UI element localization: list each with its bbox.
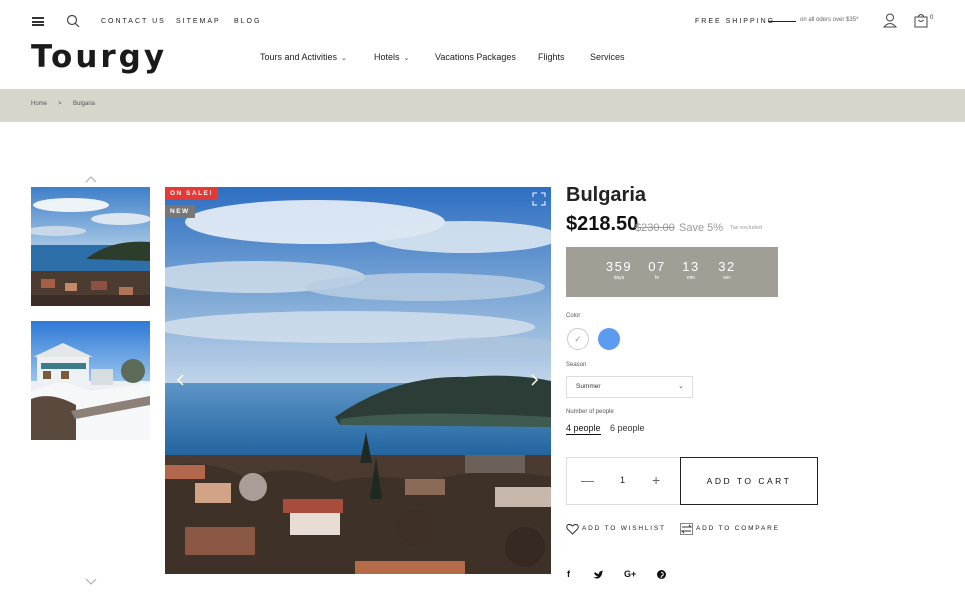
compare-icon[interactable] <box>680 523 693 535</box>
chevron-right-icon[interactable] <box>531 374 539 386</box>
breadcrumb-home[interactable]: Home <box>31 101 47 107</box>
thumb-scroll-up-icon[interactable] <box>85 175 97 183</box>
product-price: $218.50 <box>566 213 639 235</box>
google-plus-icon[interactable]: G+ <box>624 569 636 579</box>
twitter-icon[interactable] <box>593 570 603 579</box>
product-title: Bulgaria <box>566 184 647 206</box>
color-swatch-white[interactable]: ✓ <box>567 328 589 350</box>
on-sale-badge: ON SALE! <box>165 187 219 200</box>
expand-icon[interactable] <box>532 192 546 206</box>
chevron-down-icon: ⌄ <box>403 55 410 62</box>
user-icon[interactable] <box>883 13 897 28</box>
quantity-value[interactable]: 1 <box>620 475 625 485</box>
plus-icon[interactable]: + <box>652 472 660 488</box>
add-to-cart-button[interactable]: ADD TO CART <box>680 457 818 505</box>
chevron-down-icon: ⌄ <box>341 55 347 62</box>
menu-icon[interactable] <box>32 17 44 26</box>
nav-services[interactable]: Services <box>590 52 625 62</box>
free-shipping-note: on all oders over $35* <box>800 17 859 23</box>
add-to-compare-link[interactable]: ADD TO COMPARE <box>696 525 780 532</box>
breadcrumb-current: Bulgaria <box>73 101 96 107</box>
people-option-4[interactable]: 4 people <box>566 423 601 435</box>
chevron-down-icon: ⌄ <box>678 383 684 390</box>
minus-icon[interactable]: — <box>581 473 594 488</box>
sitemap-link[interactable]: SITEMAP <box>176 18 221 25</box>
countdown-seconds: 32 sec <box>718 259 736 281</box>
heart-icon[interactable] <box>566 523 579 535</box>
countdown-minutes: 13 min <box>682 259 700 281</box>
color-swatch-blue[interactable] <box>598 328 620 350</box>
pinterest-icon[interactable] <box>657 570 666 579</box>
breadcrumb-separator: > <box>58 101 62 107</box>
color-label: Color <box>566 313 581 319</box>
chevron-left-icon[interactable] <box>176 374 184 386</box>
new-badge: NEW <box>165 205 195 218</box>
search-icon[interactable] <box>66 14 80 28</box>
contact-us-link[interactable]: CONTACT US <box>101 18 166 25</box>
thumb-scroll-down-icon[interactable] <box>85 578 97 586</box>
shipping-divider <box>768 21 796 22</box>
nav-vacations-packages[interactable]: Vacations Packages <box>435 52 516 62</box>
shopping-bag-icon[interactable] <box>914 13 928 28</box>
facebook-icon[interactable]: f <box>567 569 570 579</box>
season-label: Season <box>566 362 587 368</box>
product-main-image[interactable] <box>165 187 551 574</box>
breadcrumb-bar <box>0 89 965 122</box>
season-select[interactable]: Summer ⌄ <box>566 376 693 398</box>
site-logo[interactable]: Tourgy <box>31 39 167 75</box>
check-icon: ✓ <box>574 334 582 344</box>
season-selected-value: Summer <box>576 383 601 390</box>
nav-tours-and-activities[interactable]: Tours and Activities ⌄ <box>260 52 347 62</box>
people-label: Number of people <box>566 409 614 415</box>
blog-link[interactable]: BLOG <box>234 18 261 25</box>
nav-hotels[interactable]: Hotels ⌄ <box>374 52 409 62</box>
add-to-wishlist-link[interactable]: ADD TO WISHLIST <box>582 525 666 532</box>
nav-flights[interactable]: Flights <box>538 52 565 62</box>
free-shipping-label: FREE SHIPPING <box>695 18 776 25</box>
top-bar: CONTACT US SITEMAP BLOG FREE SHIPPING on… <box>0 0 965 44</box>
people-option-6[interactable]: 6 people <box>610 423 645 433</box>
tax-note: Tax excluded <box>730 225 763 231</box>
product-old-price: $230.00 <box>635 222 675 234</box>
countdown-days: 359 days <box>605 259 633 281</box>
cart-count-badge: 0 <box>930 15 934 21</box>
thumbnail-1[interactable] <box>31 187 150 306</box>
discount-label: Save 5% <box>679 222 724 234</box>
thumbnail-2[interactable] <box>31 321 150 440</box>
countdown-timer: 359 days 07 hr 13 min 32 sec <box>566 247 778 297</box>
